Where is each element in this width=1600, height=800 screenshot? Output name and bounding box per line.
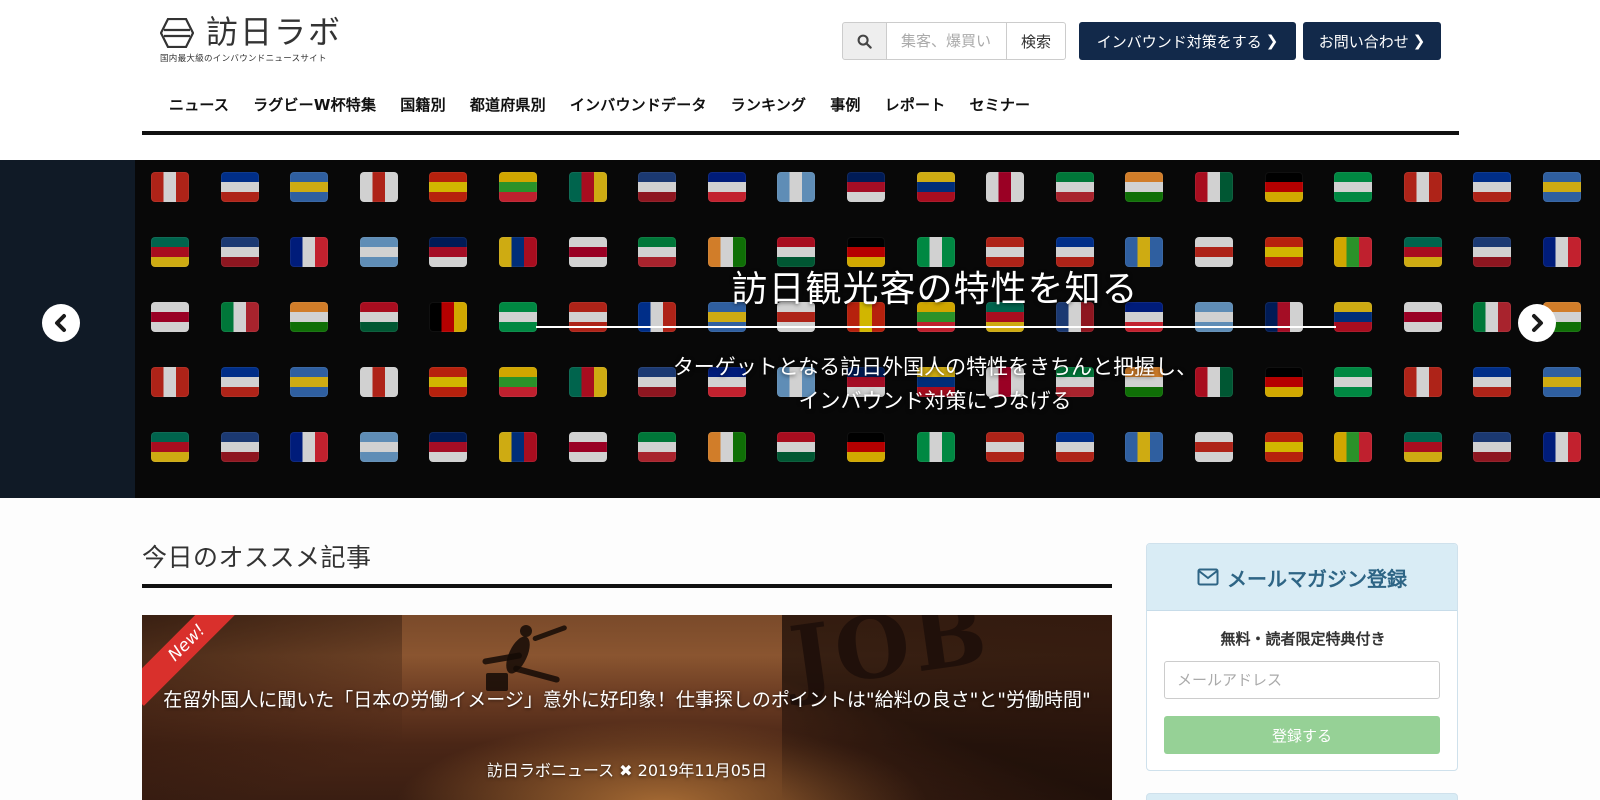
newsletter-subtitle: 無料・読者限定特典付き [1220,630,1386,648]
nav-item-ranking[interactable]: ランキング [719,92,819,118]
chevron-right-icon [1532,314,1543,332]
nav-item-case-studies[interactable]: 事例 [818,92,872,118]
hero-title: 訪日観光客の特性を知る [731,269,1139,310]
logo-tagline: 国内最大級のインバウンドニュースサイト [160,54,327,64]
site-header: 訪日ラボ 国内最大級のインバウンドニュースサイト 検索 インバウンド対策をする … [0,0,1600,160]
nav-item-reports[interactable]: レポート [873,92,958,118]
search-input[interactable] [887,22,1006,60]
featured-article-title[interactable]: 在留外国人に聞いた「日本の労働イメージ」意外に好印象！仕事探しのポイントは"給料… [162,689,1092,711]
article-date: 2019年11月05日 [637,761,768,780]
featured-article-card[interactable]: JOB New! 在留外国人に聞いた「日本の労働イメージ」意外に好印象！仕事探し… [142,615,1112,800]
chevron-left-icon [55,314,66,332]
newsletter-submit-button[interactable]: 登録する [1164,716,1440,754]
nav-divider [142,131,1459,135]
hero-overlay [135,160,1600,498]
carousel-next-button[interactable] [1518,304,1556,342]
contact-label: お問い合わせ [1318,32,1409,51]
nav-item-news[interactable]: ニュース [157,92,241,118]
hero-divider [536,326,1336,328]
hero-carousel[interactable]: 訪日観光客の特性を知る ターゲットとなる訪日外国人の特性をきちんと把握し、 イン… [0,160,1600,498]
cross-icon: ✖ [619,761,638,780]
nav-item-inbound-data[interactable]: インバウンドデータ [558,92,719,118]
section-divider [142,584,1112,588]
newsletter-title: メールマガジン登録 [1227,566,1407,591]
inbound-cta-button[interactable]: インバウンド対策をする ❯ [1079,22,1296,60]
site-logo[interactable]: 訪日ラボ 国内最大級のインバウンドニュースサイト [160,14,350,66]
nav-item-by-prefecture[interactable]: 都道府県別 [458,92,558,118]
nav-item-by-nationality[interactable]: 国籍別 [388,92,458,118]
recommended-section-title: 今日のオススメ記事 [142,543,372,572]
nav-item-seminars[interactable]: セミナー [957,92,1042,118]
next-sidebar-widget [1146,793,1458,800]
chevron-right-icon: ❯ [1412,32,1426,50]
main-nav: ニュース ラグビーW杯特集 国籍別 都道府県別 インバウンドデータ ランキング … [157,92,1042,118]
envelope-icon [1197,568,1219,586]
article-source: 訪日ラボニュース [486,761,615,780]
featured-article-meta: 訪日ラボニュース ✖ 2019年11月05日 [142,757,1112,781]
contact-button[interactable]: お問い合わせ ❯ [1303,22,1441,60]
email-field[interactable] [1164,661,1440,699]
search-button[interactable]: 検索 [1006,22,1066,60]
newsletter-header: メールマガジン登録 [1147,544,1457,611]
hero-subtitle: ターゲットとなる訪日外国人の特性をきちんと把握し、 インバウンド対策につなげる [540,350,1330,418]
inbound-cta-label: インバウンド対策をする [1096,32,1262,51]
nav-item-rugby-world-cup[interactable]: ラグビーW杯特集 [241,92,388,118]
search-form: 検索 [842,22,1066,60]
carousel-prev-button[interactable] [42,304,80,342]
logo-text: 訪日ラボ [206,13,343,51]
hero-subtitle-line-1: ターゲットとなる訪日外国人の特性をきちんと把握し、 [672,355,1198,379]
hero-subtitle-line-2: インバウンド対策につなげる [798,389,1072,413]
search-icon[interactable] [842,22,887,60]
chevron-right-icon: ❯ [1265,32,1279,50]
newsletter-signup-box: メールマガジン登録 無料・読者限定特典付き 登録する [1146,543,1458,771]
logo-mark-icon [160,18,194,48]
